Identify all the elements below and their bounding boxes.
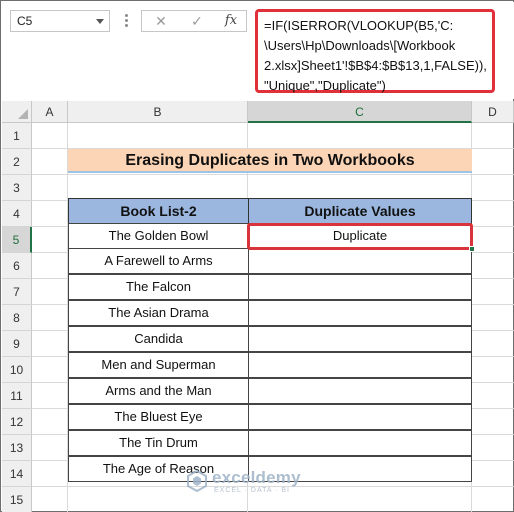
formula-line: =IF(ISERROR(VLOOKUP(B5,'C: <box>264 18 454 33</box>
exceldemy-logo-icon <box>187 470 207 492</box>
row-header[interactable]: 4 <box>2 201 32 227</box>
formula-buttons: ✕ ✓ fx <box>141 10 247 32</box>
row-header[interactable]: 7 <box>2 279 32 305</box>
book-cell[interactable]: A Farewell to Arms <box>68 248 249 274</box>
row-header[interactable]: 1 <box>2 123 32 149</box>
book-cell[interactable]: Arms and the Man <box>68 378 249 404</box>
header-duplicate-values[interactable]: Duplicate Values <box>248 198 472 224</box>
book-cell[interactable]: The Tin Drum <box>68 430 249 456</box>
gridline <box>32 174 514 175</box>
row-header[interactable]: 10 <box>2 357 32 383</box>
name-box[interactable]: C5 <box>10 10 110 32</box>
book-cell[interactable]: Men and Superman <box>68 352 249 378</box>
formula-line: "Unique","Duplicate") <box>264 78 386 93</box>
row-header[interactable]: 9 <box>2 331 32 357</box>
enter-icon[interactable]: ✓ <box>182 12 212 30</box>
row-header[interactable]: 6 <box>2 253 32 279</box>
more-options-icon[interactable] <box>125 14 128 28</box>
column-header-c[interactable]: C <box>248 101 472 123</box>
row-header[interactable]: 8 <box>2 305 32 331</box>
duplicate-cell[interactable] <box>248 352 472 378</box>
duplicate-cell[interactable] <box>248 378 472 404</box>
row-header[interactable]: 2 <box>2 149 32 175</box>
book-cell[interactable]: The Falcon <box>68 274 249 300</box>
duplicate-cell[interactable] <box>248 274 472 300</box>
row-header[interactable]: 3 <box>2 175 32 201</box>
worksheet-grid[interactable]: A B C D 1 2 3 4 5 6 7 8 9 10 11 12 13 14… <box>2 101 514 512</box>
book-cell[interactable]: Candida <box>68 326 249 352</box>
book-cell[interactable]: The Golden Bowl <box>68 223 249 249</box>
select-all-button[interactable] <box>2 101 32 123</box>
row-header[interactable]: 12 <box>2 409 32 435</box>
row-header[interactable]: 11 <box>2 383 32 409</box>
sheet-title[interactable]: Erasing Duplicates in Two Workbooks <box>68 149 472 173</box>
column-header-d[interactable]: D <box>472 101 514 123</box>
column-header-b[interactable]: B <box>68 101 248 123</box>
row-header[interactable]: 5 <box>2 227 32 253</box>
chevron-down-icon[interactable] <box>96 19 104 24</box>
duplicate-cell[interactable] <box>248 248 472 274</box>
column-header-a[interactable]: A <box>32 101 68 123</box>
formula-line: 2.xlsx]Sheet1'!$B$4:$B$13,1,FALSE)), <box>264 58 487 73</box>
excel-window: C5 ✕ ✓ fx =IF(ISERROR(VLOOKUP(B5,'C: \Use… <box>0 0 514 512</box>
formula-bar: C5 ✕ ✓ fx =IF(ISERROR(VLOOKUP(B5,'C: \Use… <box>2 2 514 99</box>
exceldemy-logo: exceldemy EXCEL · DATA · BI <box>186 467 326 497</box>
watermark-name: exceldemy <box>212 468 301 487</box>
book-cell[interactable]: The Asian Drama <box>68 300 249 326</box>
row-header[interactable]: 14 <box>2 461 32 487</box>
book-cell[interactable]: The Bluest Eye <box>68 404 249 430</box>
row-header[interactable]: 15 <box>2 487 32 512</box>
duplicate-cell[interactable] <box>248 430 472 456</box>
duplicate-cell[interactable] <box>248 300 472 326</box>
insert-function-icon[interactable]: fx <box>216 12 246 30</box>
active-cell-highlight <box>247 223 473 250</box>
cancel-icon[interactable]: ✕ <box>146 12 176 30</box>
watermark-tagline: EXCEL · DATA · BI <box>214 487 290 494</box>
formula-line: \Users\Hp\Downloads\[Workbook <box>264 38 456 53</box>
row-header[interactable]: 13 <box>2 435 32 461</box>
duplicate-cell[interactable] <box>248 326 472 352</box>
fill-handle[interactable] <box>469 246 475 252</box>
name-box-value: C5 <box>17 14 33 28</box>
formula-input[interactable]: =IF(ISERROR(VLOOKUP(B5,'C: \Users\Hp\Down… <box>255 9 495 93</box>
header-book-list[interactable]: Book List-2 <box>68 198 249 224</box>
duplicate-cell[interactable] <box>248 404 472 430</box>
